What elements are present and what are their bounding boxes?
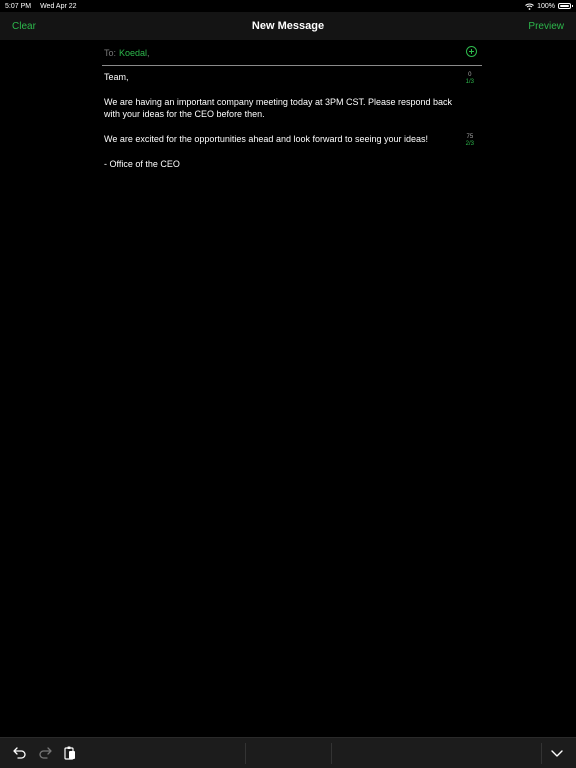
toolbar-divider	[331, 743, 332, 764]
paragraph-counter: 0 1/3	[466, 72, 474, 86]
to-field[interactable]: To: Koedal ,	[102, 40, 482, 66]
compose-screen: 5:07 PM Wed Apr 22 100% Clear New Messag…	[0, 0, 576, 768]
counter-index: 2/3	[465, 141, 474, 147]
chevron-down-icon[interactable]	[549, 745, 565, 761]
counter-index: 1/3	[465, 79, 474, 85]
message-paragraph: We are excited for the opportunities ahe…	[104, 134, 429, 144]
add-recipient-icon[interactable]	[466, 46, 477, 57]
compose-area: To: Koedal , Team, 0 1/3 We are having a…	[102, 40, 482, 170]
to-label: To:	[104, 47, 117, 58]
toolbar-divider	[245, 743, 246, 764]
battery-icon	[558, 3, 573, 9]
keyboard-toolbar	[0, 737, 576, 768]
recipient-token[interactable]: Koedal	[119, 48, 147, 58]
clear-button[interactable]: Clear	[12, 21, 36, 32]
recipient-separator: ,	[147, 47, 150, 58]
counter-chars: 75	[466, 134, 474, 140]
nav-bar: Clear New Message Preview	[0, 12, 576, 40]
preview-button[interactable]: Preview	[528, 21, 564, 32]
page-title: New Message	[251, 20, 325, 32]
counter-chars: 0	[468, 72, 472, 78]
message-paragraph: We are having an important company meeti…	[104, 97, 453, 119]
wifi-icon	[525, 3, 534, 10]
status-bar: 5:07 PM Wed Apr 22 100%	[0, 0, 576, 12]
status-time: 5:07 PM	[5, 2, 32, 10]
redo-icon[interactable]	[37, 745, 53, 761]
paste-icon[interactable]	[62, 745, 78, 761]
undo-icon[interactable]	[12, 745, 28, 761]
paragraph-counter: 75 2/3	[466, 134, 474, 148]
message-body[interactable]: Team, 0 1/3 We are having an important c…	[102, 66, 482, 170]
message-paragraph: - Office of the CEO	[104, 159, 180, 169]
status-date: Wed Apr 22	[40, 2, 77, 10]
toolbar-divider	[541, 743, 542, 764]
battery-percent: 100%	[537, 2, 555, 10]
message-paragraph: Team,	[104, 72, 129, 82]
